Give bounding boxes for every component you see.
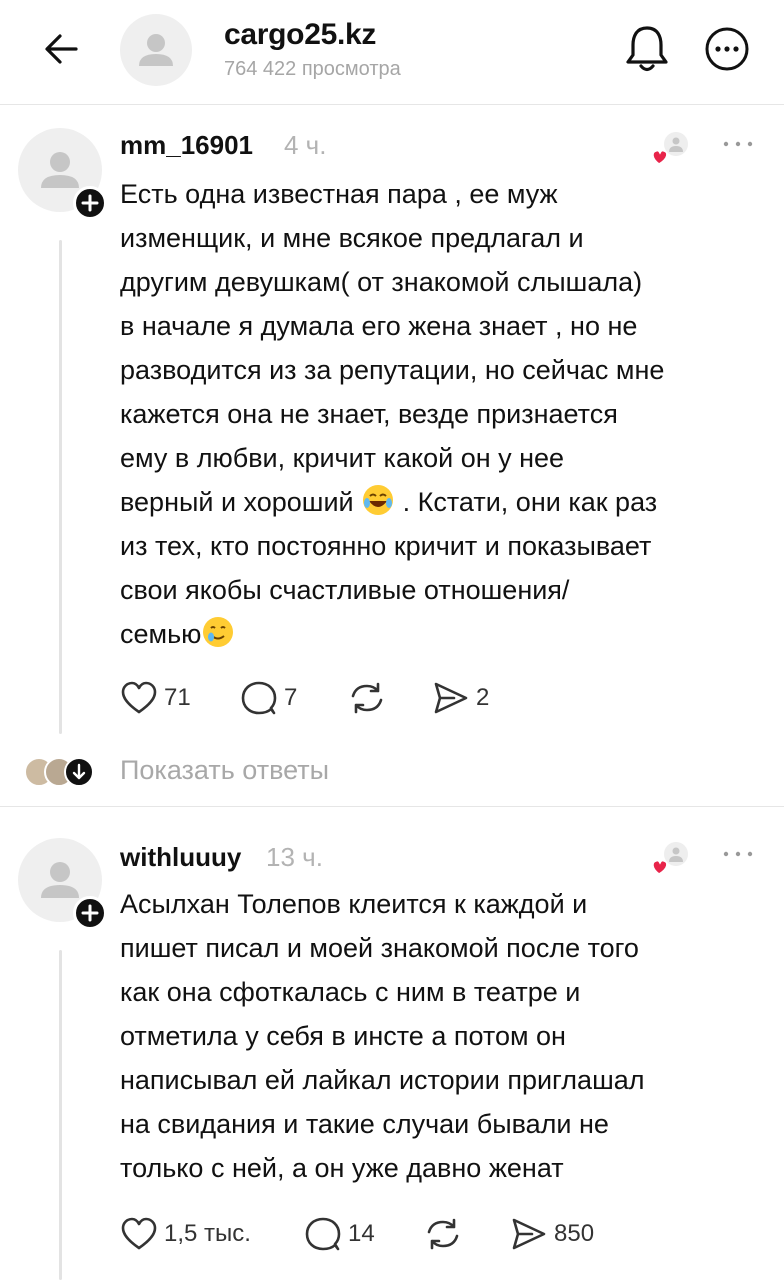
smiling-tear-emoji-icon	[203, 617, 234, 647]
repost-icon	[427, 1218, 459, 1250]
heart-outline-icon	[121, 1217, 157, 1250]
comment-username[interactable]: mm_16901	[120, 130, 253, 161]
chevron-down-icon	[72, 763, 86, 780]
comment-divider	[0, 806, 784, 807]
like-button[interactable]: 1,5 тыс.	[120, 1216, 251, 1252]
reply-button[interactable]: 14	[304, 1216, 375, 1252]
reply-button[interactable]: 7	[240, 680, 297, 716]
comment-username[interactable]: withluuuy	[120, 842, 241, 873]
comment-bubble-icon	[241, 681, 277, 715]
replier-avatar	[64, 757, 94, 787]
bell-icon[interactable]	[622, 22, 672, 74]
comment-text-part-1: Есть одна известная пара , ее муж изменщ…	[120, 179, 665, 517]
more-options-icon[interactable]	[704, 26, 750, 72]
back-arrow-icon[interactable]	[40, 27, 84, 71]
like-button[interactable]: 71	[120, 680, 191, 716]
repost-icon	[351, 682, 383, 714]
comment-time: 4 ч.	[284, 130, 327, 160]
author-liked-icon	[652, 132, 688, 165]
laughing-emoji-icon	[363, 485, 394, 515]
heart-outline-icon	[121, 681, 157, 714]
follow-plus-button[interactable]	[73, 896, 107, 930]
share-count: 2	[476, 684, 490, 711]
comment-more-icon[interactable]	[718, 844, 758, 864]
comment-text: Есть одна известная пара , ее муж изменщ…	[120, 172, 770, 656]
follow-plus-button[interactable]	[73, 186, 107, 220]
comment-more-icon[interactable]	[718, 134, 758, 154]
share-button[interactable]: 850	[510, 1216, 594, 1252]
thread-line	[59, 950, 62, 1280]
channel-title[interactable]: cargo25.kz	[224, 18, 376, 52]
channel-avatar[interactable]	[120, 14, 192, 86]
repost-button[interactable]	[348, 680, 386, 716]
like-count: 1,5 тыс.	[164, 1220, 251, 1247]
plus-icon	[81, 194, 99, 212]
reply-count: 7	[284, 684, 298, 711]
repost-button[interactable]	[424, 1216, 462, 1252]
view-count: 764 422 просмотра	[224, 58, 401, 80]
send-icon	[434, 682, 468, 714]
send-icon	[512, 1218, 546, 1250]
header: cargo25.kz 764 422 просмотра	[0, 0, 784, 104]
like-count: 71	[164, 684, 191, 711]
plus-icon	[81, 904, 99, 922]
author-liked-icon	[652, 842, 688, 875]
user-placeholder-icon	[139, 34, 173, 66]
share-count: 850	[554, 1220, 595, 1247]
reply-count: 14	[348, 1220, 375, 1247]
show-replies-link[interactable]: Показать ответы	[120, 755, 329, 786]
comment-bubble-icon	[305, 1217, 341, 1251]
share-button[interactable]: 2	[432, 680, 489, 716]
comment-text: Асылхан Толепов клеится к каждой и пишет…	[120, 889, 645, 1183]
thread-line	[59, 240, 62, 734]
header-divider	[0, 104, 784, 105]
comment-time: 13 ч.	[266, 842, 323, 872]
